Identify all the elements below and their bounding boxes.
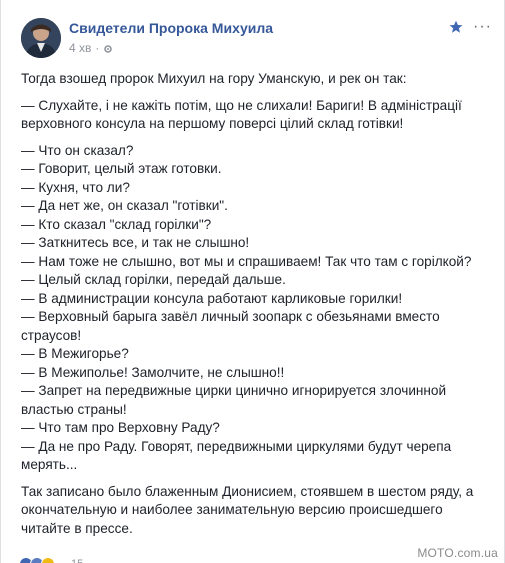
avatar[interactable] [21,18,61,58]
meta-separator: · [95,41,100,55]
reaction-count[interactable]: 15 [71,558,83,563]
dialogue-line: — Верховный барыга завёл личный зоопарк … [21,309,440,343]
post-intro: Тогда взошед пророк Михуил на гору Уманс… [21,71,407,86]
dialogue-line: — Запрет на передвижные цирки цинично иг… [21,383,447,417]
dialogue-line: — В Межигорье? [21,346,129,361]
reaction-icons[interactable] [19,557,55,563]
haha-reaction-icon [41,557,55,563]
dialogue-line: — Заткнитесь все, и так не слышно! [21,235,250,250]
dialogue-line: — Говорит, целый этаж готовки. [21,161,222,176]
dialogue-line: — Что там про Верховну Раду? [21,420,220,435]
site-watermark: MOTO.com.ua [417,546,498,560]
post-quote: — Слухайте, і не кажіть потім, що не сли… [21,97,462,132]
more-options-icon[interactable]: ··· [473,19,492,35]
dialogue-line: — Да не про Раду. Говорят, передвижными … [21,438,452,473]
dialogue-line: — Целый склад горілки, передай дальше. [21,272,286,287]
dialogue-line: — Кто сказал "склад горілки"? [21,216,212,232]
gear-icon[interactable] [103,43,113,53]
dialogue-line: — Да нет же, он сказал "готівки". [21,198,228,213]
dialogue-line: — Нам тоже не слышно, вот мы и спрашивае… [21,253,472,269]
post-outro: Так записано было блаженным Дионисием, с… [21,483,474,536]
dialogue-line: — Что он сказал? [21,142,134,158]
dialogue-line: — В администрации консула работают карли… [21,290,403,306]
post-author-name[interactable]: Свидетели Пророка Михуила [69,20,273,36]
post-header: Свидетели Пророка Михуила 4 хв · ··· [21,16,494,62]
post-body: Тогда взошед пророк Михуил на гору Уманс… [21,70,489,538]
post-meta: 4 хв · [69,41,113,55]
header-actions: ··· [449,19,492,35]
star-icon[interactable] [449,20,463,34]
dialogue-line: — В Межиполье! Замолчите, не слышно!! [21,364,285,380]
facebook-post-card: Свидетели Пророка Михуила 4 хв · ··· Тог… [0,0,505,563]
dialogue-line: — Кухня, что ли? [21,179,130,195]
post-timestamp[interactable]: 4 хв [69,41,91,55]
